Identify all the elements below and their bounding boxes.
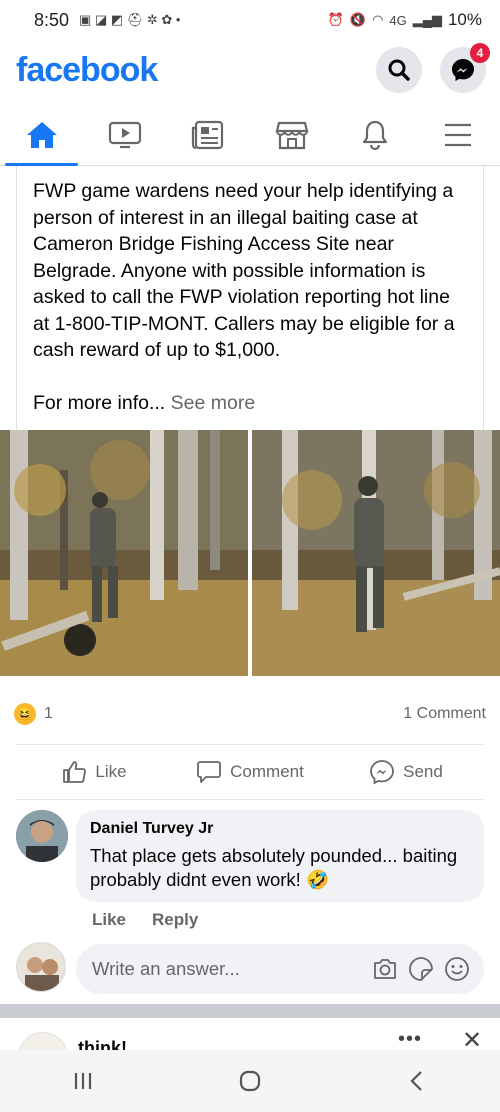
bell-icon (362, 120, 388, 150)
post-more-line: For more info... See more (33, 390, 467, 417)
next-post-avatar[interactable] (18, 1032, 68, 1050)
reply-placeholder: Write an answer... (92, 958, 240, 979)
app-header: facebook 4 (0, 40, 500, 100)
messenger-badge: 4 (470, 43, 490, 63)
marketplace-icon (275, 121, 309, 149)
post-more-text: For more info... (33, 391, 166, 414)
reaction-count[interactable]: 1 (44, 705, 53, 723)
facebook-logo[interactable]: facebook (16, 51, 358, 90)
haha-reaction-icon[interactable]: 😆 (14, 703, 36, 725)
alarm-icon: ⏰ (327, 12, 344, 27)
reactions-row: 😆 1 1 Comment (14, 700, 486, 728)
comment-label: Comment (230, 762, 304, 781)
post-photo-2[interactable] (252, 430, 500, 676)
tab-news[interactable] (167, 104, 250, 165)
comment-icon (197, 761, 222, 783)
network-label: 4G (389, 12, 407, 28)
see-more-link[interactable]: See more (171, 392, 256, 414)
search-button[interactable] (376, 47, 422, 93)
post-actions: Like Comment Send (16, 744, 484, 800)
post-text: FWP game wardens need your help identify… (33, 180, 455, 361)
menu-icon (445, 123, 472, 146)
back-button[interactable] (377, 1069, 457, 1093)
next-post-header: think! ••• ✕ (0, 1018, 500, 1050)
clock: 8:50 (34, 9, 70, 30)
more-options-icon[interactable]: ••• (398, 1028, 422, 1050)
home-icon (26, 121, 57, 148)
home-circle-icon (239, 1070, 261, 1092)
commenter-avatar[interactable] (16, 810, 68, 862)
messenger-button[interactable]: 4 (440, 43, 490, 93)
recent-apps-button[interactable] (43, 1070, 123, 1092)
back-icon (410, 1071, 422, 1091)
close-icon[interactable]: ✕ (462, 1026, 482, 1050)
post-photos (0, 430, 500, 676)
messenger-send-icon (370, 760, 395, 785)
emoji-icon[interactable] (444, 956, 470, 982)
next-post-title[interactable]: think! (78, 1038, 127, 1050)
feed-divider (0, 1004, 500, 1018)
comment-text: That place gets absolutely pounded... ba… (90, 845, 458, 890)
send-button[interactable]: Send (328, 759, 484, 785)
post-photo-1[interactable] (0, 430, 248, 676)
battery-level: 10% (447, 10, 482, 29)
mute-icon: 🔇 (349, 12, 367, 27)
comment-like-button[interactable]: Like (92, 910, 126, 930)
wifi-icon: ◠ (372, 12, 384, 27)
system-nav-bar (0, 1050, 500, 1112)
comment-author[interactable]: Daniel Turvey Jr (90, 820, 470, 838)
main-nav (0, 104, 500, 166)
home-nav-button[interactable] (210, 1069, 290, 1093)
sticker-icon[interactable] (408, 956, 434, 982)
like-label: Like (95, 762, 127, 781)
send-label: Send (403, 762, 443, 781)
comment-count[interactable]: 1 Comment (403, 705, 486, 723)
comment-reply-button[interactable]: Reply (152, 910, 198, 930)
signal-icon: ▂▄▆ (412, 12, 442, 27)
reply-row: Write an answer... (16, 942, 486, 994)
tab-menu[interactable] (417, 104, 500, 165)
comment-bubble[interactable]: Daniel Turvey Jr That place gets absolut… (76, 810, 484, 902)
reply-input[interactable]: Write an answer... (76, 944, 484, 994)
comment-button[interactable]: Comment (172, 759, 328, 785)
thumbs-up-icon (63, 761, 87, 783)
notification-icons: ▣ ◪ ◩ ⛑ ✲ ✿ • (79, 12, 181, 27)
post-body: FWP game wardens need your help identify… (16, 166, 484, 430)
search-icon (388, 59, 410, 81)
recent-apps-icon (75, 1073, 92, 1089)
video-icon (108, 121, 142, 148)
tab-watch[interactable] (83, 104, 166, 165)
messenger-icon (452, 59, 474, 81)
user-avatar (16, 942, 66, 992)
newsfeed-icon (192, 120, 224, 149)
tab-marketplace[interactable] (250, 104, 333, 165)
status-bar: 8:50 ▣ ◪ ◩ ⛑ ✲ ✿ • ⏰ 🔇 ◠ 4G ▂▄▆ 10% (0, 0, 500, 40)
tab-home[interactable] (0, 104, 83, 166)
camera-icon[interactable] (372, 957, 398, 981)
like-button[interactable]: Like (16, 759, 172, 785)
comment-actions: Like Reply (92, 910, 198, 930)
tab-notifications[interactable] (333, 104, 416, 165)
